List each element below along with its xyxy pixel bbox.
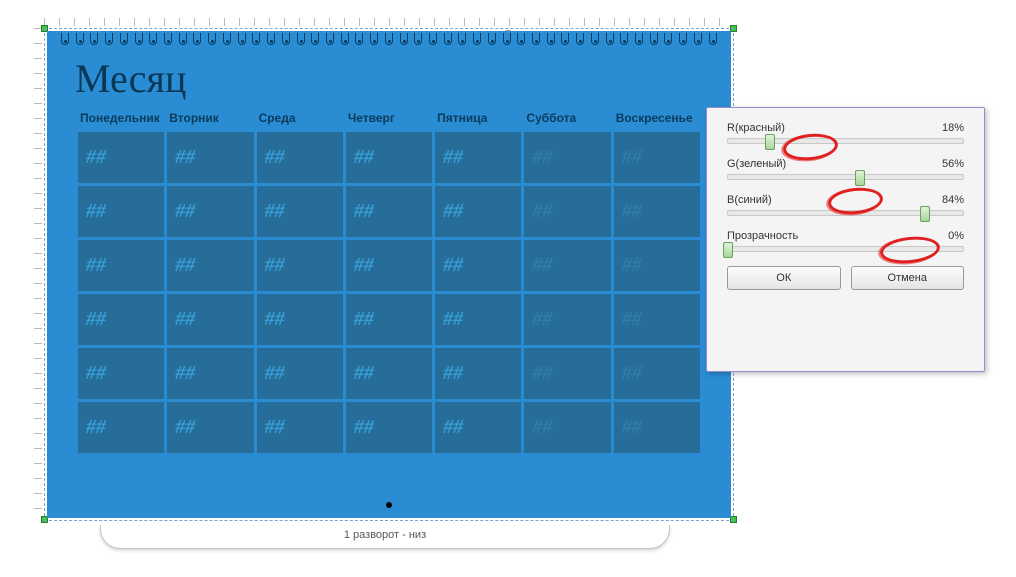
slider-blue: B(синий) 84% — [727, 194, 964, 216]
calendar-cell[interactable]: ## — [524, 294, 610, 345]
calendar-cell[interactable]: ## — [346, 186, 432, 237]
calendar-cell[interactable]: ## — [78, 402, 164, 453]
spiral-binding — [47, 31, 731, 47]
slider-label: Прозрачность — [727, 230, 798, 242]
slider-thumb-icon[interactable] — [723, 242, 733, 258]
calendar-cell[interactable]: ## — [167, 348, 253, 399]
slider-thumb-icon[interactable] — [855, 170, 865, 186]
slider-label: G(зеленый) — [727, 158, 786, 170]
calendar-cell[interactable]: ## — [78, 186, 164, 237]
calendar-cell[interactable]: ## — [435, 348, 521, 399]
calendar-cell[interactable]: ## — [435, 186, 521, 237]
weekday-header: Четверг — [346, 109, 432, 129]
calendar-cell[interactable]: ## — [167, 132, 253, 183]
weekday-header: Воскресенье — [614, 109, 700, 129]
slider-label: R(красный) — [727, 122, 785, 134]
weekday-header: Понедельник — [78, 109, 164, 129]
weekday-header: Среда — [257, 109, 343, 129]
calendar-cell[interactable]: ## — [614, 132, 700, 183]
calendar-cell[interactable]: ## — [346, 294, 432, 345]
cancel-button[interactable]: Отмена — [851, 266, 965, 290]
weekday-header: Вторник — [167, 109, 253, 129]
slider-thumb-icon[interactable] — [920, 206, 930, 222]
calendar-cell[interactable]: ## — [257, 348, 343, 399]
calendar-cell[interactable]: ## — [257, 132, 343, 183]
calendar-cell[interactable]: ## — [167, 186, 253, 237]
calendar-cell[interactable]: ## — [435, 294, 521, 345]
calendar-cell[interactable]: ## — [346, 402, 432, 453]
calendar-cell[interactable]: ## — [257, 294, 343, 345]
calendar-cell[interactable]: ## — [257, 186, 343, 237]
page-indicator-icon — [386, 502, 392, 508]
calendar-cell[interactable]: ## — [614, 294, 700, 345]
calendar-cell[interactable]: ## — [167, 240, 253, 291]
calendar-cell[interactable]: ## — [257, 402, 343, 453]
slider-track[interactable] — [727, 210, 964, 216]
ok-button[interactable]: ОК — [727, 266, 841, 290]
calendar-grid: ПонедельникВторникСредаЧетвергПятницаСуб… — [75, 106, 703, 456]
calendar-cell[interactable]: ## — [435, 240, 521, 291]
slider-track[interactable] — [727, 246, 964, 252]
color-dialog: R(красный) 18% G(зеленый) 56% B(синий) 84% Про… — [706, 107, 985, 372]
calendar-cell[interactable]: ## — [614, 186, 700, 237]
calendar-cell[interactable]: ## — [346, 348, 432, 399]
calendar-cell[interactable]: ## — [346, 132, 432, 183]
slider-label: B(синий) — [727, 194, 772, 206]
slider-red: R(красный) 18% — [727, 122, 964, 144]
calendar-cell[interactable]: ## — [167, 294, 253, 345]
calendar-title: Месяц — [75, 55, 703, 102]
slider-track[interactable] — [727, 174, 964, 180]
calendar-cell[interactable]: ## — [346, 240, 432, 291]
ruler-horizontal — [44, 18, 734, 26]
calendar-cell[interactable]: ## — [614, 402, 700, 453]
weekday-header: Суббота — [524, 109, 610, 129]
slider-green: G(зеленый) 56% — [727, 158, 964, 180]
calendar-cell[interactable]: ## — [524, 348, 610, 399]
slider-value: 0% — [948, 230, 964, 242]
calendar-cell[interactable]: ## — [167, 402, 253, 453]
calendar-cell[interactable]: ## — [614, 348, 700, 399]
calendar-cell[interactable]: ## — [257, 240, 343, 291]
ruler-vertical — [34, 28, 42, 521]
calendar-cell[interactable]: ## — [524, 132, 610, 183]
calendar-cell[interactable]: ## — [78, 240, 164, 291]
slider-value: 84% — [942, 194, 964, 206]
calendar-cell[interactable]: ## — [78, 348, 164, 399]
calendar-cell[interactable]: ## — [435, 132, 521, 183]
calendar-cell[interactable]: ## — [78, 132, 164, 183]
slider-thumb-icon[interactable] — [765, 134, 775, 150]
calendar-cell[interactable]: ## — [524, 186, 610, 237]
calendar-cell[interactable]: ## — [524, 240, 610, 291]
calendar-cell[interactable]: ## — [78, 294, 164, 345]
calendar-page[interactable]: Месяц ПонедельникВторникСредаЧетвергПятн… — [47, 31, 731, 518]
slider-value: 18% — [942, 122, 964, 134]
slider-track[interactable] — [727, 138, 964, 144]
calendar-cell[interactable]: ## — [524, 402, 610, 453]
calendar-cell[interactable]: ## — [614, 240, 700, 291]
slider-value: 56% — [942, 158, 964, 170]
slider-alpha: Прозрачность 0% — [727, 230, 964, 252]
weekday-header: Пятница — [435, 109, 521, 129]
spread-tab[interactable]: 1 разворот - низ — [100, 525, 670, 549]
calendar-cell[interactable]: ## — [435, 402, 521, 453]
